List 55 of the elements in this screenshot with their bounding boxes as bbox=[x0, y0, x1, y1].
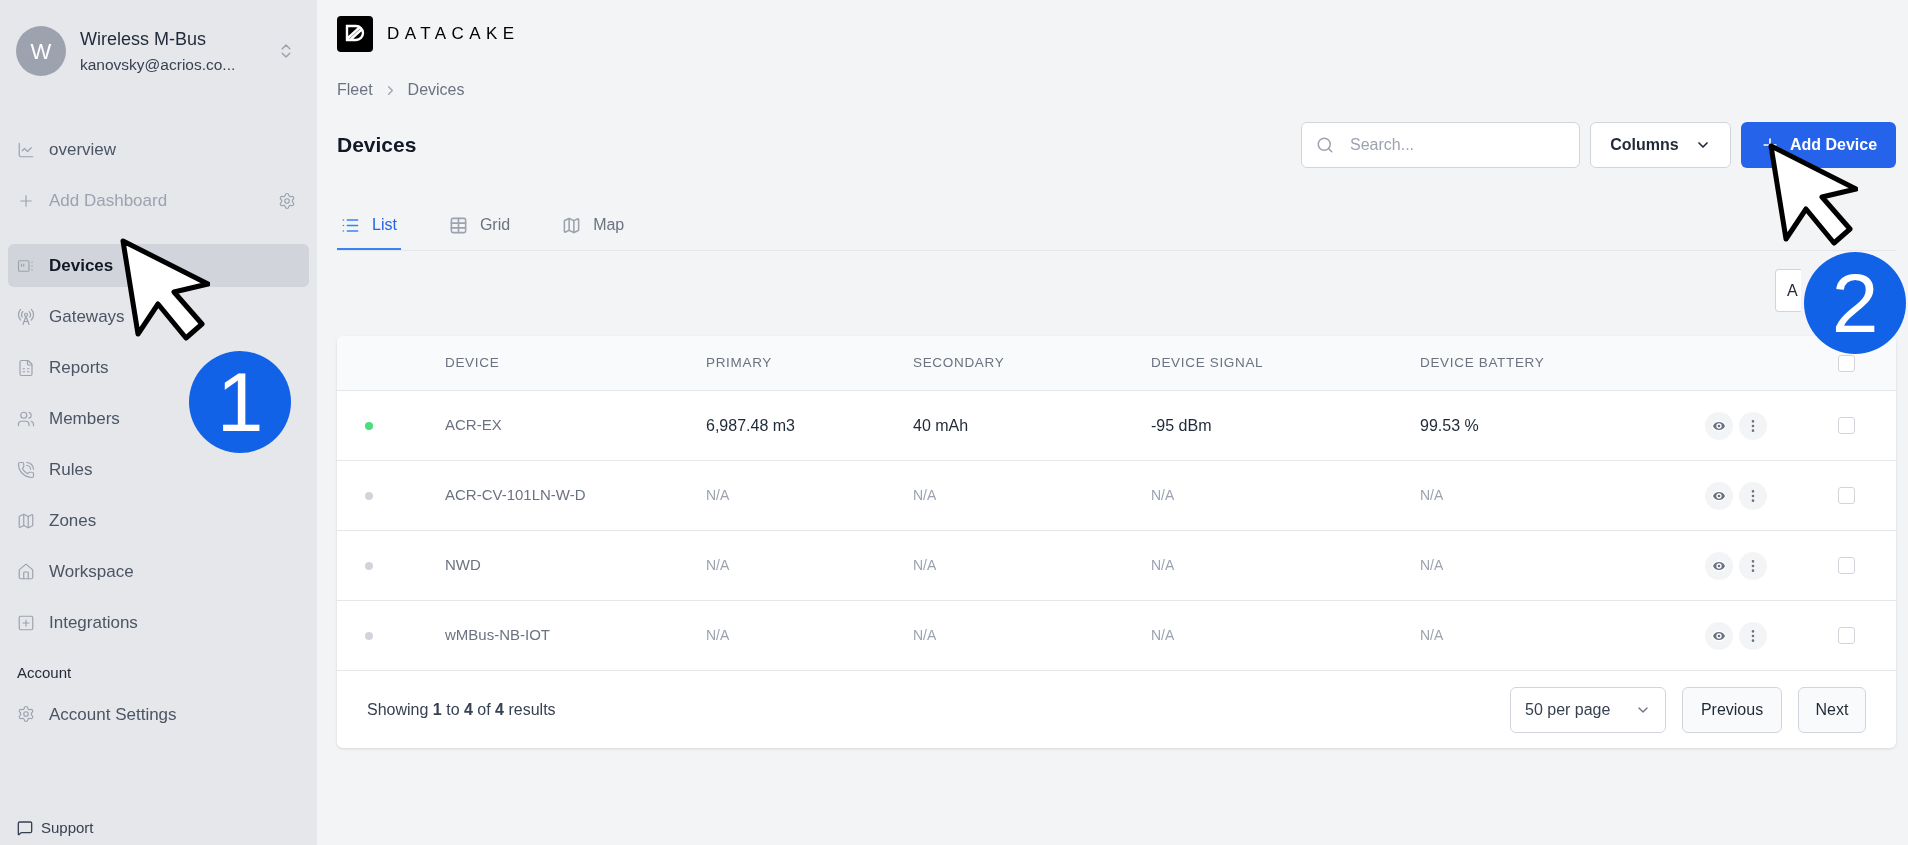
avatar: W bbox=[16, 26, 66, 77]
section-heading: Account bbox=[16, 663, 73, 684]
search-field[interactable]: Search... bbox=[1301, 122, 1580, 168]
workspace-email: kanovsky@acrios.co... bbox=[80, 55, 237, 75]
nav-item[interactable]: Account Settings bbox=[8, 692, 309, 736]
device-name[interactable]: NWD bbox=[445, 554, 706, 577]
table-cell-text: N/A bbox=[1151, 626, 1176, 645]
table-cell-text: N/A bbox=[1420, 626, 1445, 645]
previous-button[interactable]: Previous bbox=[1682, 686, 1782, 733]
view-tab[interactable]: List bbox=[337, 202, 401, 250]
view-tab[interactable]: Map bbox=[558, 202, 629, 250]
column-header: PRIMARY bbox=[706, 353, 773, 372]
view-tab[interactable]: Grid bbox=[444, 202, 515, 250]
table-cell-text: N/A bbox=[1420, 486, 1445, 505]
workspace-name: Wireless M-Bus bbox=[80, 28, 207, 51]
nav-item[interactable]: Members bbox=[8, 397, 129, 441]
nav-item[interactable]: overview bbox=[8, 128, 126, 172]
nav-item[interactable]: Integrations bbox=[8, 601, 147, 645]
table-cell-text: N/A bbox=[1151, 486, 1176, 505]
breadcrumb-link[interactable]: Fleet bbox=[337, 78, 373, 102]
nav-item[interactable]: Gateways bbox=[8, 295, 134, 339]
device-name[interactable]: ACR-EX bbox=[445, 414, 706, 437]
table-cell-text: -95 dBm bbox=[1151, 415, 1213, 436]
columns-button[interactable]: Columns bbox=[1590, 122, 1731, 168]
table-cell-text: N/A bbox=[913, 556, 938, 575]
column-header: SECONDARY bbox=[913, 353, 1006, 372]
breadcrumb-current: Devices bbox=[407, 80, 465, 100]
partial-button[interactable]: A bbox=[1775, 269, 1801, 312]
step-badge: 2 bbox=[1804, 252, 1906, 354]
per-page-select[interactable]: 50 per page bbox=[1510, 686, 1666, 733]
table-cell-text: 6,987.48 m3 bbox=[706, 415, 796, 436]
nav-item[interactable]: Rules bbox=[8, 448, 102, 492]
support-link[interactable]: Support bbox=[8, 816, 309, 845]
table-cell-text: 40 mAh bbox=[913, 415, 970, 436]
add-device-button[interactable]: Add Device bbox=[1741, 122, 1896, 168]
table-cell-text: N/A bbox=[1151, 556, 1176, 575]
nav-item[interactable]: Workspace bbox=[8, 550, 143, 594]
results-summary: Showing 1 to 4 of 4 results bbox=[367, 699, 557, 720]
table-cell-text: N/A bbox=[913, 626, 938, 645]
table-cell-text: N/A bbox=[913, 486, 938, 505]
next-button[interactable]: Next bbox=[1798, 686, 1866, 733]
column-header: DEVICE BATTERY bbox=[1420, 353, 1546, 372]
table-cell-text: N/A bbox=[706, 626, 731, 645]
table-cell-text: 99.53 % bbox=[1420, 415, 1480, 436]
nav-item[interactable]: Reports bbox=[8, 346, 118, 390]
device-name[interactable]: wMBus-NB-IOT bbox=[445, 624, 706, 647]
device-name[interactable]: ACR-CV-101LN-W-D bbox=[445, 484, 706, 507]
table-cell-text: N/A bbox=[706, 556, 731, 575]
nav-item[interactable]: Zones bbox=[8, 499, 106, 543]
column-header: DEVICE SIGNAL bbox=[1151, 353, 1265, 372]
table-cell-text: N/A bbox=[1420, 556, 1445, 575]
table-cell-text: N/A bbox=[706, 486, 731, 505]
logo-text: DATACAKE bbox=[387, 23, 520, 46]
page-title: Devices bbox=[337, 132, 418, 159]
column-header: DEVICE bbox=[445, 353, 501, 372]
